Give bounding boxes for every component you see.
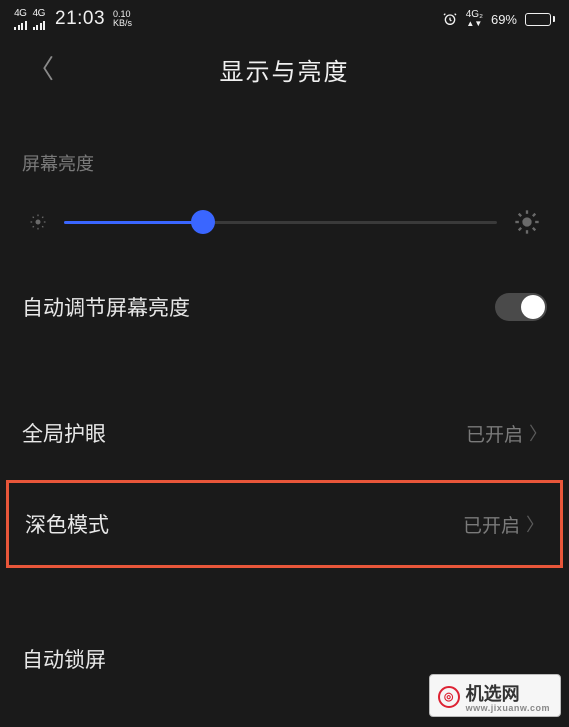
watermark-logo-icon: ◎ <box>438 686 460 708</box>
status-bar: 4G 4G 21:03 0.10 KB/s 4G₂ ▲▼ 69% <box>0 0 569 36</box>
back-button[interactable]: 〈 <box>28 56 54 82</box>
chevron-right-icon: 〉 <box>529 420 547 446</box>
network-indicator: 4G₂ ▲▼ <box>466 10 483 28</box>
auto-lock-label: 自动锁屏 <box>22 644 106 674</box>
watermark-url: www.jixuanw.com <box>466 704 550 713</box>
watermark-brand: 机选网 <box>466 684 520 704</box>
eye-protect-row[interactable]: 全局护眼 已开启 〉 <box>0 392 569 474</box>
chevron-right-icon: 〉 <box>526 511 544 537</box>
status-right: 4G₂ ▲▼ 69% <box>442 10 555 28</box>
battery-icon <box>525 13 555 26</box>
brightness-slider[interactable] <box>64 221 497 224</box>
auto-brightness-toggle[interactable] <box>495 293 547 321</box>
page-header: 〈 显示与亮度 <box>0 36 569 116</box>
alarm-icon <box>442 11 458 27</box>
brightness-high-icon <box>513 208 541 236</box>
clock-time: 21:03 <box>55 8 105 30</box>
eye-protect-value: 已开启 <box>466 420 523 447</box>
dark-mode-row[interactable]: 深色模式 已开启 〉 <box>9 483 560 565</box>
eye-protect-value-wrap: 已开启 〉 <box>466 420 547 447</box>
signal-bars-icon <box>33 20 46 30</box>
brightness-slider-row <box>0 190 569 266</box>
brightness-slider-fill <box>64 221 203 224</box>
brightness-slider-thumb[interactable] <box>191 210 215 234</box>
auto-brightness-label: 自动调节屏幕亮度 <box>22 292 190 322</box>
brightness-section-label: 屏幕亮度 <box>0 116 569 190</box>
signal-2-label: 4G <box>33 9 45 19</box>
dark-mode-value-wrap: 已开启 〉 <box>463 511 544 538</box>
status-left: 4G 4G 21:03 0.10 KB/s <box>14 8 132 30</box>
eye-protect-label: 全局护眼 <box>22 418 106 448</box>
net-speed-unit: KB/s <box>113 19 132 28</box>
signal-1-label: 4G <box>14 9 26 19</box>
toggle-knob <box>521 295 545 319</box>
page-title: 显示与亮度 <box>220 52 350 87</box>
watermark: ◎ 机选网 www.jixuanw.com <box>429 674 561 717</box>
brightness-low-icon <box>28 212 48 232</box>
signal-1: 4G <box>14 9 27 30</box>
signal-2: 4G <box>33 9 46 30</box>
dark-mode-label: 深色模式 <box>25 509 109 539</box>
battery-percent: 69% <box>491 12 517 27</box>
dark-mode-highlight: 深色模式 已开启 〉 <box>6 480 563 568</box>
dark-mode-value: 已开启 <box>463 511 520 538</box>
auto-brightness-row[interactable]: 自动调节屏幕亮度 <box>0 266 569 348</box>
signal-bars-icon <box>14 20 27 30</box>
net-speed: 0.10 KB/s <box>113 10 132 28</box>
